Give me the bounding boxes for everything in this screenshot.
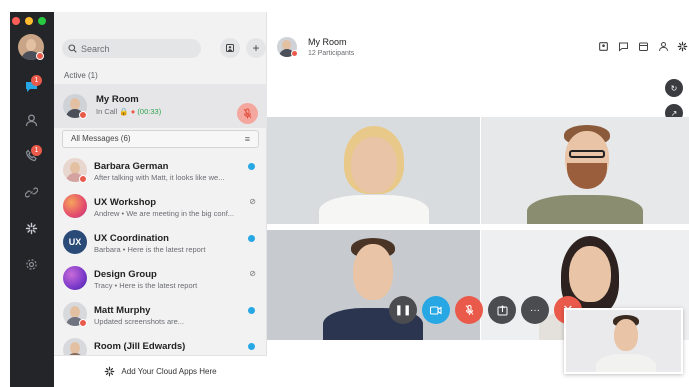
room-icon[interactable] [596, 39, 610, 53]
list-item[interactable]: Matt Murphy Updated screenshots are... [54, 296, 267, 332]
app-window: 1 1 + Active (1) [10, 12, 689, 387]
video-button[interactable] [422, 296, 450, 324]
list-item[interactable]: UX UX Coordination Barbara • Here is the… [54, 224, 267, 260]
message-title: UX Workshop [94, 197, 157, 208]
video-tile-participant-1 [267, 117, 480, 224]
call-status-text: In Call [96, 107, 118, 116]
meeting-area: My Room 12 Participants ↻ ↗ ❚❚ ··· [267, 12, 689, 387]
mic-mute-button[interactable] [237, 103, 258, 124]
calendar-icon[interactable] [636, 39, 650, 53]
message-preview: Andrew • We are meeting in the big conf.… [94, 209, 235, 218]
refresh-icon: ↻ [670, 83, 678, 93]
apps-icon [105, 366, 115, 377]
status-dot [79, 111, 87, 119]
message-title: Matt Murphy [94, 305, 151, 316]
unread-dot [248, 307, 255, 314]
message-preview: Updated screenshots are... [94, 317, 185, 326]
apps-icon[interactable] [22, 219, 40, 237]
unread-dot [248, 343, 255, 350]
active-room-title: My Room [96, 94, 139, 105]
cloud-apps-label: Add Your Cloud Apps Here [121, 367, 217, 376]
minimize-window-button[interactable] [25, 17, 33, 25]
call-controls: ❚❚ ··· ✕ [389, 296, 582, 324]
message-title: Barbara German [94, 161, 169, 172]
link-icon[interactable] [22, 183, 40, 201]
settings-icon[interactable] [22, 255, 40, 273]
mic-mute-icon [465, 305, 473, 315]
list-item[interactable]: Barbara German After talking with Matt, … [54, 152, 267, 188]
pause-icon: ❚❚ [394, 304, 412, 316]
contact-card-button[interactable] [220, 38, 240, 58]
mute-button[interactable] [455, 296, 483, 324]
search-input[interactable] [81, 43, 191, 54]
video-tile-participant-2 [481, 117, 689, 224]
search-icon [68, 40, 77, 58]
window-controls [12, 17, 46, 25]
more-button[interactable]: ··· [521, 296, 549, 324]
video-icon [430, 305, 442, 315]
search-bar[interactable] [62, 39, 201, 58]
message-title: Design Group [94, 269, 157, 280]
zoom-window-button[interactable] [38, 17, 46, 25]
room-icon [226, 44, 234, 52]
mic-muted-icon [243, 108, 252, 119]
filter-icon: ≡ [244, 134, 250, 144]
message-title: Room (Jill Edwards) [94, 341, 186, 352]
message-preview: Barbara • Here is the latest report [94, 245, 206, 254]
filter-label: All Messages (6) [71, 134, 131, 143]
more-icon: ··· [530, 304, 540, 316]
participant-count: 12 Participants [308, 50, 355, 57]
space-avatar: UX [63, 230, 87, 254]
status-dot [79, 175, 87, 183]
share-icon [497, 304, 507, 315]
share-button[interactable] [488, 296, 516, 324]
message-title: UX Coordination [94, 233, 169, 244]
message-list-panel: + Active (1) My Room In Call 🔒 ● (00:33)… [54, 12, 267, 387]
active-section-label: Active (1) [64, 71, 98, 80]
list-item[interactable]: Room (Jill Edwards) [54, 332, 267, 355]
recording-dot: ● [130, 107, 136, 116]
message-preview: Tracy • Here is the latest report [94, 281, 198, 290]
muted-bell-icon: ⊘ [249, 269, 256, 278]
unread-dot [248, 163, 255, 170]
contacts-icon[interactable] [22, 111, 40, 129]
message-icon[interactable] [616, 39, 630, 53]
lock-icon: 🔒 [119, 107, 129, 116]
message-preview: After talking with Matt, it looks like w… [94, 173, 225, 182]
message-filter-dropdown[interactable]: All Messages (6) ≡ [62, 130, 259, 148]
plus-icon: + [252, 41, 260, 55]
room-title: My Room [308, 37, 347, 47]
call-timer: (00:33) [137, 107, 162, 116]
apps-icon[interactable] [675, 39, 689, 53]
list-item[interactable]: Design Group Tracy • Here is the latest … [54, 260, 267, 296]
add-cloud-apps-button[interactable]: Add Your Cloud Apps Here [54, 355, 267, 387]
chat-badge: 1 [31, 75, 42, 86]
space-avatar [63, 194, 87, 218]
active-room-row[interactable]: My Room In Call 🔒 ● (00:33) [54, 84, 267, 128]
close-window-button[interactable] [12, 17, 20, 25]
layout-toggle-button[interactable]: ↻ [665, 79, 683, 97]
calls-badge: 1 [31, 145, 42, 156]
space-avatar [63, 266, 87, 290]
unread-dot [248, 235, 255, 242]
pause-button[interactable]: ❚❚ [389, 296, 417, 324]
status-dot [79, 319, 87, 327]
people-icon[interactable] [656, 39, 670, 53]
muted-bell-icon: ⊘ [249, 197, 256, 206]
list-item[interactable]: UX Workshop Andrew • We are meeting in t… [54, 188, 267, 224]
active-room-status: In Call 🔒 ● (00:33) [96, 107, 161, 116]
user-status-dot [36, 52, 44, 60]
new-conversation-button[interactable]: + [246, 38, 266, 58]
self-view-video[interactable] [564, 308, 683, 374]
nav-rail: 1 1 [10, 12, 54, 387]
status-dot [291, 50, 298, 57]
avatar [63, 338, 87, 355]
